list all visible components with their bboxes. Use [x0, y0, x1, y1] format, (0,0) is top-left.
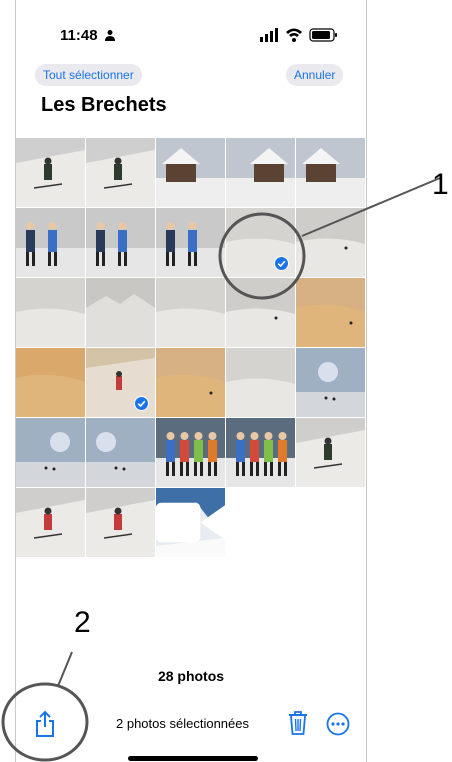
photo-thumbnail[interactable]: [16, 278, 85, 347]
photo-thumbnail[interactable]: [156, 278, 225, 347]
photo-count: 28 photos: [157, 668, 225, 684]
bottom-toolbar: 2 photos sélectionnées: [16, 700, 366, 748]
more-icon[interactable]: [326, 712, 350, 736]
album-title: Les Brechets: [41, 94, 167, 116]
photo-thumbnail[interactable]: [226, 348, 295, 417]
battery-icon: [309, 28, 337, 42]
person-icon: [105, 30, 115, 41]
selected-count: 2 photos sélectionnées: [116, 716, 249, 731]
photo-thumbnail[interactable]: [156, 488, 225, 557]
photo-thumbnail[interactable]: [296, 418, 365, 487]
photo-thumbnail[interactable]: [296, 138, 365, 207]
signal-icon: [260, 28, 278, 42]
checkmark-icon: [274, 256, 289, 271]
checkmark-icon: [134, 396, 149, 411]
photo-thumbnail[interactable]: [156, 138, 225, 207]
photo-thumbnail[interactable]: [226, 138, 295, 207]
callout-number-1: 1: [432, 168, 449, 201]
phone-screen: 11:48 Tout sélectionner Annuler Les Brec…: [15, 0, 367, 762]
photo-thumbnail[interactable]: [156, 418, 225, 487]
status-icons: [260, 28, 337, 42]
photo-thumbnail[interactable]: [86, 208, 155, 277]
photo-thumbnail[interactable]: [86, 488, 155, 557]
status-time: 11:48: [60, 27, 98, 44]
photo-thumbnail[interactable]: [16, 418, 85, 487]
photo-grid: [16, 138, 366, 557]
photo-thumbnail[interactable]: [16, 488, 85, 557]
photo-thumbnail[interactable]: [156, 208, 225, 277]
photo-thumbnail[interactable]: [86, 348, 155, 417]
photo-thumbnail[interactable]: [16, 348, 85, 417]
photo-thumbnail[interactable]: [86, 138, 155, 207]
photo-thumbnail[interactable]: [16, 138, 85, 207]
select-all-button[interactable]: Tout sélectionner: [35, 64, 142, 86]
home-indicator[interactable]: [128, 756, 258, 761]
photo-thumbnail[interactable]: [296, 278, 365, 347]
photo-thumbnail[interactable]: [226, 418, 295, 487]
photo-thumbnail[interactable]: [156, 348, 225, 417]
cancel-button[interactable]: Annuler: [286, 64, 344, 86]
photo-thumbnail[interactable]: [86, 278, 155, 347]
photo-thumbnail[interactable]: [86, 418, 155, 487]
photo-thumbnail[interactable]: [296, 348, 365, 417]
photo-thumbnail[interactable]: [226, 278, 295, 347]
share-icon[interactable]: [33, 710, 57, 738]
status-bar: 11:48: [16, 0, 366, 60]
wifi-icon: [286, 28, 302, 42]
callout-number-2: 2: [74, 606, 91, 639]
photo-thumbnail[interactable]: [16, 208, 85, 277]
video-icon: [156, 502, 225, 543]
photo-thumbnail[interactable]: [296, 208, 365, 277]
trash-icon[interactable]: [287, 710, 309, 736]
photo-thumbnail[interactable]: [226, 208, 295, 277]
